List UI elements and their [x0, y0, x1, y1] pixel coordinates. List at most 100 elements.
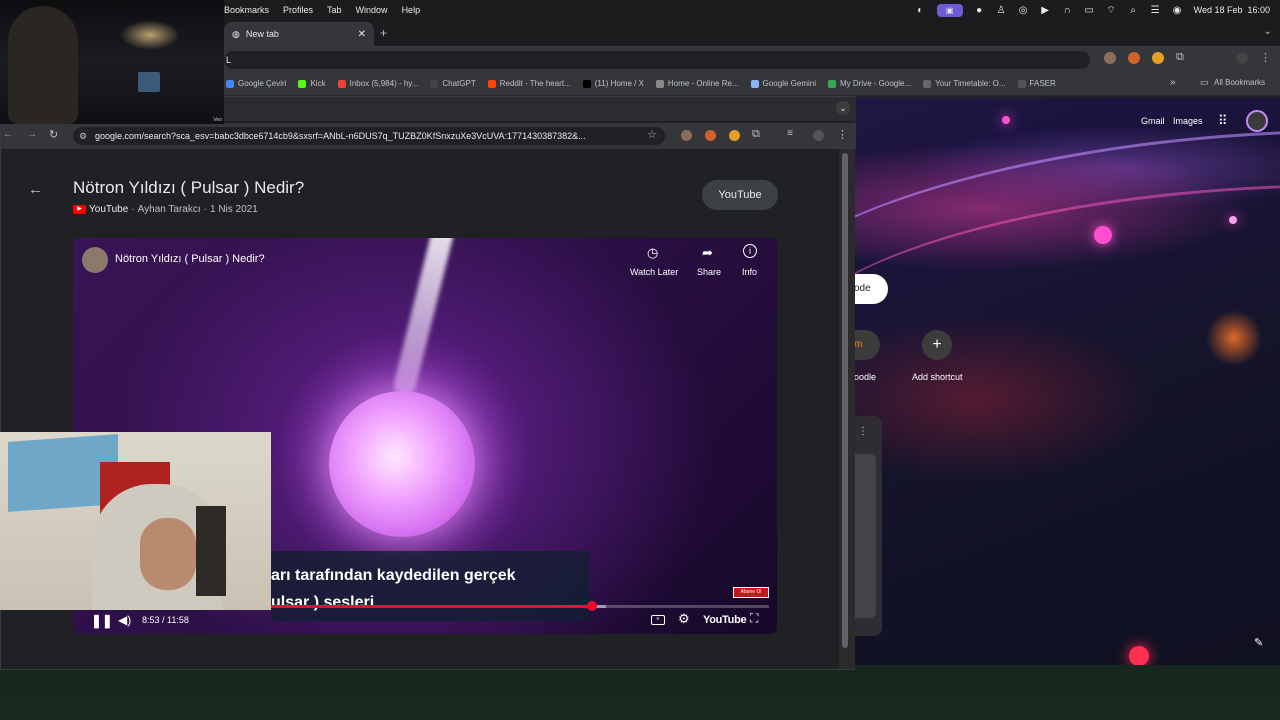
back-omnibox[interactable]: L [224, 51, 1090, 69]
pulsar-beam [391, 238, 457, 398]
back-tab-strip: ◍ New tab ✕ + ⌄ [224, 20, 1280, 46]
settings-gear-icon[interactable]: ⚙ [678, 611, 690, 627]
close-tab-icon[interactable]: ✕ [358, 29, 366, 40]
extension-icon-3[interactable] [1152, 52, 1164, 64]
all-bookmarks-folder-icon: ▭ [1200, 77, 1209, 87]
bookmark-item[interactable]: My Drive - Google... [827, 79, 911, 88]
media-controls-icon[interactable]: ≡ [787, 128, 793, 139]
door-dark [196, 506, 226, 596]
address-bar[interactable]: ⚙ google.com/search?sca_esv=babc3dbce671… [73, 127, 665, 145]
open-youtube-button[interactable]: YouTube [702, 180, 778, 210]
shortcut-tile-partial[interactable]: ode [854, 274, 888, 304]
extensions-puzzle-icon[interactable]: ⧉ [752, 128, 760, 141]
profile-avatar-icon[interactable] [1236, 52, 1248, 64]
status-app-icon[interactable]: ◐ [915, 5, 926, 16]
tab-search-icon[interactable]: ⌄ [1264, 26, 1272, 37]
bookmark-item[interactable]: Home - Online Re... [655, 79, 739, 88]
scrollbar-thumb[interactable] [842, 153, 848, 648]
battery-icon[interactable]: ▭ [1084, 5, 1095, 16]
menubar-clock[interactable]: Wed 18 Feb 16:00 [1194, 5, 1270, 15]
extension-icon-2[interactable] [1128, 52, 1140, 64]
info-label[interactable]: Info [742, 267, 757, 277]
watch-later-label[interactable]: Watch Later [630, 267, 678, 277]
reload-icon[interactable]: ↻ [49, 128, 58, 141]
status-spiral-icon[interactable]: ◎ [1018, 5, 1029, 16]
status-dot-icon[interactable]: ● [974, 5, 985, 16]
bookmark-label: Reddit - The heart... [499, 79, 571, 88]
bookmark-item[interactable]: (11) Home / X [582, 79, 644, 88]
bookmark-label: Google Gemini [762, 79, 816, 88]
back-arrow-icon[interactable]: ← [3, 129, 13, 140]
gmail-link[interactable]: Gmail [1141, 116, 1165, 126]
menu-bookmarks[interactable]: Bookmarks [224, 5, 269, 15]
menu-kebab-icon[interactable]: ⋮ [1260, 51, 1271, 64]
extension-icon-3[interactable] [729, 130, 740, 141]
extension-icon-1[interactable] [681, 130, 692, 141]
player-video-title[interactable]: Nötron Yıldızı ( Pulsar ) Nedir? [115, 253, 265, 265]
all-bookmarks-button[interactable]: All Bookmarks [1214, 78, 1265, 87]
add-shortcut-button[interactable]: + [922, 330, 952, 360]
back-arrow-icon[interactable]: ← [28, 181, 43, 198]
bookmark-item[interactable]: Google Gemini [750, 79, 816, 88]
share-label[interactable]: Share [697, 267, 721, 277]
wallpaper-glow-dot [1229, 216, 1237, 224]
bookmark-item[interactable]: ChatGPT [430, 79, 476, 88]
site-settings-icon[interactable]: ⚙ [79, 127, 87, 145]
progress-scrubber[interactable] [587, 601, 597, 611]
tab-search-icon[interactable]: ⌄ [836, 101, 850, 115]
forward-arrow-icon[interactable]: → [27, 129, 37, 140]
volume-icon[interactable]: ◀) [118, 613, 131, 627]
status-lock-icon[interactable]: ♙ [996, 5, 1007, 16]
share-icon[interactable]: ➦ [702, 245, 713, 261]
wifi-icon[interactable]: ⌔ [1106, 5, 1117, 16]
more-bookmarks-icon[interactable]: » [1170, 77, 1176, 88]
neutron-star [329, 391, 475, 537]
bookmark-item[interactable]: FASER [1017, 79, 1056, 88]
headphones-icon[interactable]: ∩ [1062, 5, 1073, 16]
screen-record-icon[interactable]: ▣ [936, 3, 963, 17]
images-link[interactable]: Images [1173, 116, 1203, 126]
spotlight-search-icon[interactable]: ⌕ [1128, 5, 1139, 16]
google-apps-grid-icon[interactable]: ⠿ [1218, 113, 1228, 129]
extension-icon-1[interactable] [1104, 52, 1116, 64]
card-menu-icon[interactable]: ⋮ [858, 426, 868, 437]
menu-kebab-icon[interactable]: ⋮ [837, 128, 848, 141]
car-screen [138, 72, 160, 92]
menu-profiles[interactable]: Profiles [283, 5, 313, 15]
result-meta: ▶ YouTube · Ayhan Tarakcı · 1 Nis 2021 [73, 204, 258, 215]
menu-help[interactable]: Help [402, 5, 421, 15]
menu-tab[interactable]: Tab [327, 5, 342, 15]
youtube-brand-link[interactable]: YouTube [703, 614, 747, 626]
siri-icon[interactable]: ◉ [1172, 5, 1183, 16]
omnibox-text: L [226, 55, 232, 65]
customize-pencil-icon[interactable]: ✎ [1254, 636, 1263, 649]
channel-avatar[interactable] [82, 247, 108, 273]
captions-icon[interactable]: ≡ [651, 615, 665, 625]
fullscreen-icon[interactable]: ⛶ [750, 611, 758, 626]
clock-icon[interactable]: ◷ [647, 245, 658, 261]
bookmark-favicon-icon [655, 79, 664, 88]
pause-icon[interactable]: ❚❚ [91, 613, 113, 629]
shortcut-moodle-label[interactable]: oodle [854, 372, 876, 382]
bookmark-item[interactable]: Google Çeviri [226, 79, 286, 88]
profile-avatar-icon[interactable] [813, 130, 824, 141]
subscribe-badge[interactable]: Abone Ol [733, 587, 769, 598]
new-tab-icon[interactable]: + [380, 26, 387, 40]
extension-icon-2[interactable] [705, 130, 716, 141]
info-icon[interactable]: i [743, 244, 757, 258]
bookmark-item[interactable]: Kick [298, 79, 326, 88]
bookmark-item[interactable]: Inbox (5,984) - hy... [337, 79, 418, 88]
result-source: YouTube [89, 204, 129, 215]
page-scrollbar[interactable] [839, 149, 855, 669]
control-center-icon[interactable]: ☰ [1150, 5, 1161, 16]
bookmark-item[interactable]: Reddit - The heart... [487, 79, 571, 88]
menu-window[interactable]: Window [356, 5, 388, 15]
bookmark-item[interactable]: Your Timetable: O... [923, 79, 1006, 88]
play-icon[interactable]: ▶ [1040, 5, 1051, 16]
account-avatar[interactable] [1246, 110, 1268, 132]
bookmark-star-icon[interactable]: ☆ [647, 128, 657, 141]
wallpaper-glow-dot [1094, 226, 1112, 244]
extensions-puzzle-icon[interactable]: ⧉ [1176, 51, 1184, 64]
add-shortcut-label[interactable]: Add shortcut [912, 372, 963, 382]
tab-new-tab[interactable]: ◍ New tab ✕ [224, 22, 374, 46]
